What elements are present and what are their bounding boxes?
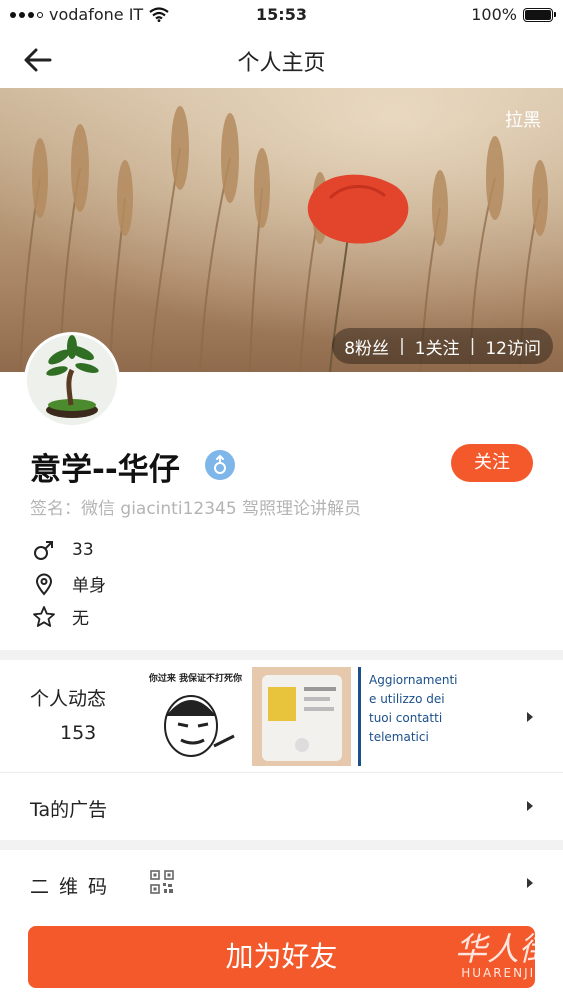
meme-caption: 你过来 我保证不打死你 xyxy=(148,674,243,684)
bonsai-plant-image xyxy=(27,335,117,425)
feed-row[interactable]: 个人动态 153 你过来 我保证不打死你 Aggiornamenti e uti… xyxy=(0,660,563,773)
chevron-right-icon xyxy=(527,712,533,722)
gender-badge xyxy=(205,450,235,480)
chevron-right-icon xyxy=(527,801,533,811)
feed-thumbnail[interactable] xyxy=(252,667,351,766)
chevron-right-icon xyxy=(527,878,533,888)
block-button[interactable]: 拉黑 xyxy=(505,106,541,132)
meme-face-image xyxy=(164,695,235,757)
location-pin-icon xyxy=(35,573,53,596)
age-row: 33 xyxy=(32,538,94,562)
username: 意学--华仔 xyxy=(30,452,180,488)
feed-thumbnail[interactable]: 你过来 我保证不打死你 xyxy=(146,667,245,766)
battery-info: 100% xyxy=(471,5,556,24)
ads-row[interactable]: Ta的广告 xyxy=(0,773,563,840)
feed-count: 153 xyxy=(60,722,97,744)
page-title: 个人主页 xyxy=(237,51,326,76)
qr-label: 二维码 xyxy=(30,876,118,898)
age: 33 xyxy=(72,540,94,560)
phone-screenshot-image xyxy=(252,667,351,766)
male-icon xyxy=(34,541,53,560)
bottom-bar: 加为好友 华人街 HUARENJIE xyxy=(0,914,563,1000)
watermark: 华人街 HUARENJIE xyxy=(455,924,551,980)
following-count[interactable]: 1关注 xyxy=(415,334,460,359)
battery-icon xyxy=(523,7,556,22)
thumbnail-text: Aggiornamenti e utilizzo dei tuoi contat… xyxy=(358,667,457,766)
feed-label: 个人动态 xyxy=(30,688,107,710)
feed-section: 个人动态 153 你过来 我保证不打死你 Aggiornamenti e uti… xyxy=(0,660,563,840)
fans-count[interactable]: 8粉丝 xyxy=(344,334,389,359)
battery-percent: 100% xyxy=(471,5,517,24)
visits-count[interactable]: 12访问 xyxy=(485,334,541,359)
feed-thumbnail[interactable]: Aggiornamenti e utilizzo dei tuoi contat… xyxy=(358,667,457,766)
relationship-row: 单身 xyxy=(32,571,106,596)
watermark-cn: 华人街 xyxy=(454,930,551,968)
avatar[interactable] xyxy=(24,332,120,428)
ads-label: Ta的广告 xyxy=(30,799,108,821)
male-icon xyxy=(214,454,226,474)
qr-code-row[interactable]: 二维码 xyxy=(0,850,563,914)
signature: 签名：微信 giacinti12345 驾照理论讲解员 xyxy=(30,499,362,519)
profile-stats: 8粉丝 | 1关注 | 12访问 xyxy=(332,328,553,364)
follow-button[interactable]: 关注 xyxy=(451,444,533,482)
cover-image: 拉黑 8粉丝 | 1关注 | 12访问 xyxy=(0,88,563,372)
stats-separator: | xyxy=(469,336,476,356)
nav-bar: 个人主页 xyxy=(0,32,563,88)
stats-separator: | xyxy=(399,336,405,356)
relationship-status: 单身 xyxy=(72,576,106,596)
zodiac-row: 无 xyxy=(32,604,89,629)
qr-code-icon xyxy=(150,870,174,894)
star-outline-icon xyxy=(33,605,55,627)
watermark-en: HUARENJIE xyxy=(461,966,545,980)
zodiac: 无 xyxy=(72,609,89,629)
status-bar: vodafone IT 15:53 100% xyxy=(0,0,563,32)
